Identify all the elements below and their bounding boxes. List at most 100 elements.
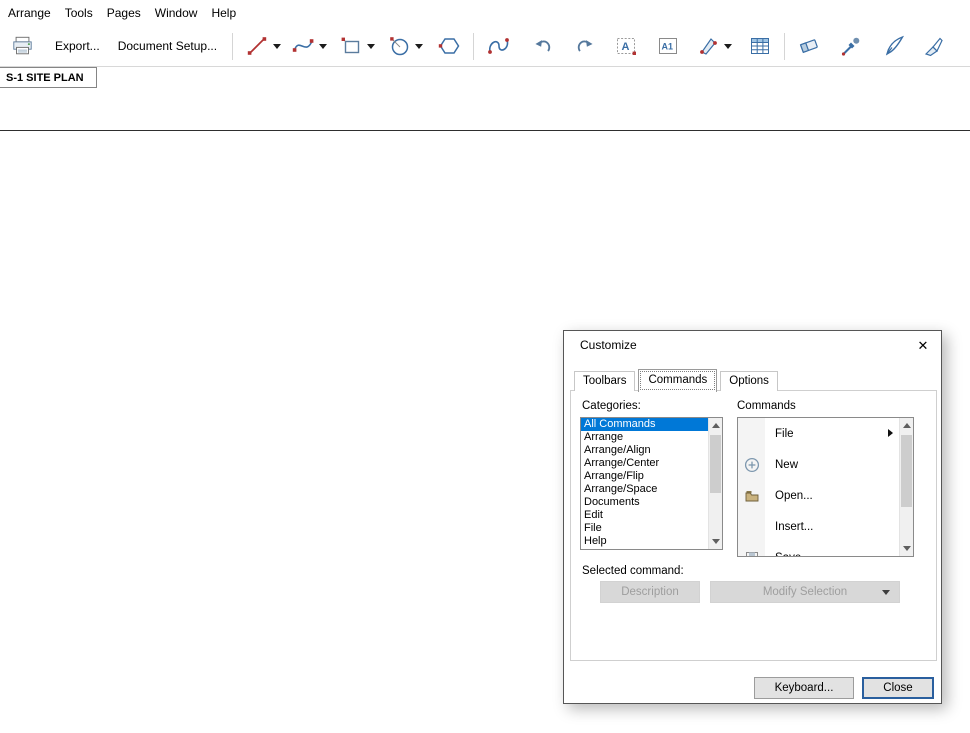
command-item-save[interactable]: Save...: [738, 542, 899, 556]
categories-scrollbar[interactable]: [708, 418, 722, 549]
close-button[interactable]: Close: [862, 677, 934, 699]
scrollbar-thumb[interactable]: [710, 435, 721, 493]
polygon-tool-button[interactable]: [434, 30, 464, 62]
spline-tool-icon: [486, 34, 512, 58]
commands-list-items: File New Open... Insert...: [738, 418, 899, 556]
command-item-insert[interactable]: Insert...: [738, 511, 899, 542]
categories-label: Categories:: [582, 400, 641, 412]
category-item[interactable]: Help: [581, 535, 708, 548]
document-tab-label: S-1 SITE PLAN: [6, 71, 84, 84]
tab-options[interactable]: Options: [720, 371, 778, 391]
category-item[interactable]: Documents: [581, 496, 708, 509]
curve-tool-button[interactable]: [288, 30, 330, 62]
command-item-open[interactable]: Open...: [738, 480, 899, 511]
command-item-file[interactable]: File: [738, 418, 899, 449]
category-item[interactable]: Arrange: [581, 431, 708, 444]
new-circle-plus-icon: [738, 457, 765, 473]
line-tool-icon: [245, 34, 269, 58]
rectangle-tool-icon: [339, 34, 363, 58]
eyedropper-icon: [839, 34, 863, 58]
keyboard-button-label: Keyboard...: [774, 682, 834, 694]
modify-selection-label: Modify Selection: [762, 586, 848, 598]
svg-text:A: A: [622, 41, 630, 53]
text-block-icon: A: [614, 34, 638, 58]
table-tool-button[interactable]: [745, 30, 775, 62]
table-icon: [748, 34, 772, 58]
quill-icon: [882, 34, 906, 58]
menu-tools[interactable]: Tools: [58, 2, 100, 24]
category-item[interactable]: Arrange/Flip: [581, 470, 708, 483]
blade-icon: [922, 34, 946, 58]
open-folder-icon: [738, 488, 765, 504]
quill-tool-button[interactable]: [879, 30, 909, 62]
eraser-tool-button[interactable]: [794, 30, 824, 62]
scrollbar-thumb[interactable]: [901, 435, 912, 507]
dialog-tabs: Toolbars Commands Options: [574, 369, 781, 392]
chevron-down-icon: [724, 43, 733, 49]
close-icon[interactable]: ✕: [912, 336, 934, 356]
text-box-tool-button[interactable]: A1: [653, 30, 683, 62]
scroll-up-icon[interactable]: [900, 418, 913, 433]
tab-commands[interactable]: Commands: [638, 369, 718, 392]
category-item[interactable]: Edit: [581, 509, 708, 522]
category-item[interactable]: Arrange/Align: [581, 444, 708, 457]
category-item[interactable]: Arrange/Space: [581, 483, 708, 496]
line-tool-button[interactable]: [242, 30, 284, 62]
commands-label: Commands: [737, 400, 796, 412]
category-item[interactable]: All Commands: [581, 418, 708, 431]
description-button-label: Description: [621, 586, 679, 598]
command-label: Save...: [775, 552, 811, 557]
eraser-icon: [797, 34, 821, 58]
selected-command-label: Selected command:: [582, 565, 684, 577]
toolbar-separator: [232, 32, 234, 60]
redo-button[interactable]: [570, 30, 599, 62]
document-setup-button[interactable]: Document Setup...: [112, 30, 223, 62]
svg-text:A1: A1: [662, 42, 674, 52]
modify-selection-button[interactable]: Modify Selection: [710, 581, 900, 603]
rectangle-tool-button[interactable]: [336, 30, 378, 62]
ellipse-tool-button[interactable]: [384, 30, 426, 62]
toolbar-separator: [473, 32, 475, 60]
printer-icon: [11, 35, 34, 57]
menu-window[interactable]: Window: [148, 2, 205, 24]
page-boundary-line: [0, 130, 970, 131]
menu-help[interactable]: Help: [204, 2, 243, 24]
keyboard-button[interactable]: Keyboard...: [754, 677, 854, 699]
category-item[interactable]: InspectorContext: [581, 548, 708, 549]
description-button[interactable]: Description: [600, 581, 700, 603]
redo-icon: [573, 35, 596, 57]
scroll-down-icon[interactable]: [709, 534, 722, 549]
tab-toolbars[interactable]: Toolbars: [574, 371, 636, 391]
category-item[interactable]: Arrange/Center: [581, 457, 708, 470]
ellipse-tool-icon: [387, 34, 411, 58]
print-button[interactable]: [8, 30, 37, 62]
blade-tool-button[interactable]: [919, 30, 949, 62]
chevron-down-icon: [367, 43, 376, 49]
menu-arrange[interactable]: Arrange: [1, 2, 58, 24]
command-item-new[interactable]: New: [738, 449, 899, 480]
scroll-down-icon[interactable]: [900, 541, 913, 556]
menubar: Arrange Tools Pages Window Help: [0, 0, 970, 26]
toolbar-separator: [784, 32, 786, 60]
dialog-titlebar[interactable]: Customize ✕: [564, 331, 941, 361]
category-item[interactable]: File: [581, 522, 708, 535]
document-tab-site-plan[interactable]: S-1 SITE PLAN: [0, 67, 97, 88]
eyedropper-tool-button[interactable]: [836, 30, 866, 62]
export-button[interactable]: Export...: [49, 30, 106, 62]
knife-tool-button[interactable]: [693, 30, 735, 62]
customize-dialog: Customize ✕ Toolbars Commands Options Ca…: [563, 330, 942, 704]
chevron-down-icon: [415, 43, 424, 49]
chevron-down-icon: [882, 590, 890, 595]
text-block-tool-button[interactable]: A: [611, 30, 641, 62]
menu-pages[interactable]: Pages: [100, 2, 148, 24]
command-label: File: [775, 427, 794, 440]
spline-tool-button[interactable]: [483, 30, 515, 62]
chevron-down-icon: [319, 43, 328, 49]
scroll-up-icon[interactable]: [709, 418, 722, 433]
submenu-arrow-icon: [888, 429, 893, 437]
dialog-tab-panel: Categories: Commands All Commands Arrang…: [570, 390, 937, 661]
undo-button[interactable]: [529, 30, 558, 62]
command-label: Open...: [775, 489, 813, 502]
undo-icon: [532, 35, 555, 57]
commands-scrollbar[interactable]: [899, 418, 913, 556]
